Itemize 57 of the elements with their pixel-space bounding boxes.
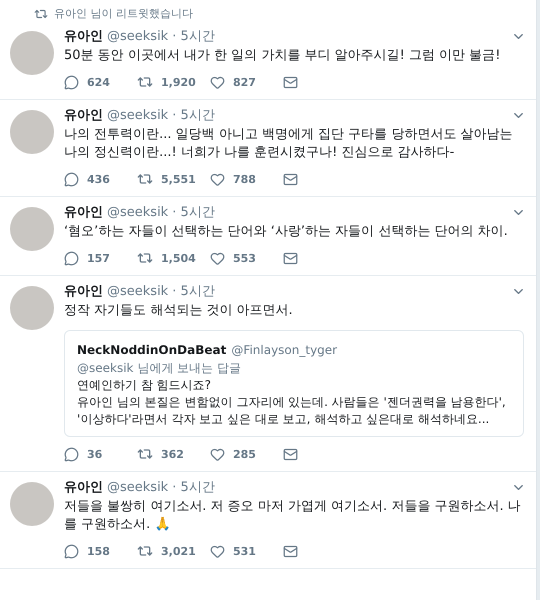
quoted-text: 연예인하기 참 힘드시죠? [77,377,212,394]
author-name[interactable]: 유아인 [64,282,103,300]
like-icon[interactable] [210,74,225,90]
like-icon[interactable] [210,172,225,186]
reply-icon[interactable] [64,172,79,186]
author-name[interactable]: 유아인 [64,203,103,221]
mail-icon[interactable] [283,544,298,558]
author-handle[interactable]: @seeksik [107,29,168,44]
reply-icon[interactable] [64,250,79,266]
reply-count: 624 [87,76,110,88]
reply-count: 158 [87,544,110,558]
timestamp[interactable]: · 5시간 [172,203,215,221]
tweet-text: 저들을 불쌍히 여기소서. 저 증오 마저 가엽게 여기소서. 저들을 구원하소서. 나를 구원하소서. 🙏 [64,498,522,534]
tweet-text: 나의 전투력이란... 일당백 아니고 백명에게 집단 구타를 당하면서도 살아남는 나의 정신력이란...! 너희가 나를 훈련시켰구나! 진심으로 감사하다- [64,126,514,162]
retweet-count: 3,021 [161,544,196,558]
author-handle[interactable]: @seeksik [107,108,168,123]
author-handle[interactable]: @seeksik [107,284,168,299]
timestamp[interactable]: · 5시간 [172,106,215,124]
like-count: 788 [233,172,256,186]
reply-icon[interactable] [64,446,79,462]
quoted-text: 유아인 님의 본질은 변함없이 그자리에 있는데. 사람들은 '젠더권력을 남용한다', '이상하다'라면서 각자 보고 싶은 대로 보고, 해석하고 싶은대로 해석하네요... [77,394,507,428]
timestamp[interactable]: · 5시간 [172,27,215,45]
like-count: 531 [233,544,256,558]
retweet-count: 1,504 [161,252,196,264]
reply-to-line: @seeksik 님에게 보내는 답글 [77,360,242,377]
quoted-tweet[interactable]: NeckNoddinOnDaBeat @Finlayson_tyger @seeksik 님에게 보내는 답글 연예인하기 참 힘드시죠? 유아인 님의 본질은 변함없이 그자리에 있는데. 사람들은 '젠더권력을 남용한다', '이상하다'라면서 각자 보고 싶은 대로 보고, 해석하고 싶은대로 해석하네요... [64,330,524,437]
retweet-count: 362 [161,448,184,460]
mail-icon[interactable] [283,172,298,186]
timestamp[interactable]: · 5시간 [172,478,215,496]
author-handle[interactable]: @seeksik [107,480,168,495]
like-count: 285 [233,448,256,460]
quoted-author-handle: @Finlayson_tyger [231,343,338,357]
reply-icon[interactable] [64,74,79,90]
mail-icon[interactable] [283,250,298,266]
retweet-notice: 유아인 님이 리트윗했습니다 [54,6,193,21]
reply-count: 436 [87,172,110,186]
tweet-text: 50분 동안 이곳에서 내가 한 일의 가치를 부디 알아주시길! 그럼 이만 불금! [64,47,502,65]
reply-icon[interactable] [64,544,79,558]
author-name[interactable]: 유아인 [64,27,103,45]
author-name[interactable]: 유아인 [64,106,103,124]
like-count: 827 [233,76,256,88]
like-count: 553 [233,252,256,264]
timestamp[interactable]: · 5시간 [172,282,215,300]
author-handle[interactable]: @seeksik [107,205,168,220]
mail-icon[interactable] [283,446,298,462]
like-icon[interactable] [210,544,225,558]
retweet-count: 5,551 [161,172,196,186]
like-icon[interactable] [210,250,225,266]
retweet-count: 1,920 [161,76,196,88]
mail-icon[interactable] [283,74,298,90]
reply-count: 36 [87,448,102,460]
like-icon[interactable] [210,446,225,462]
tweet-text: 정작 자기들도 해석되는 것이 아프면서. [64,302,294,320]
quoted-author-name: NeckNoddinOnDaBeat [77,343,226,357]
tweet-text: ‘혐오’하는 자들이 선택하는 단어와 ‘사랑’하는 자들이 선택하는 단어의 차이. [64,223,509,241]
reply-count: 157 [87,252,110,264]
author-name[interactable]: 유아인 [64,478,103,496]
